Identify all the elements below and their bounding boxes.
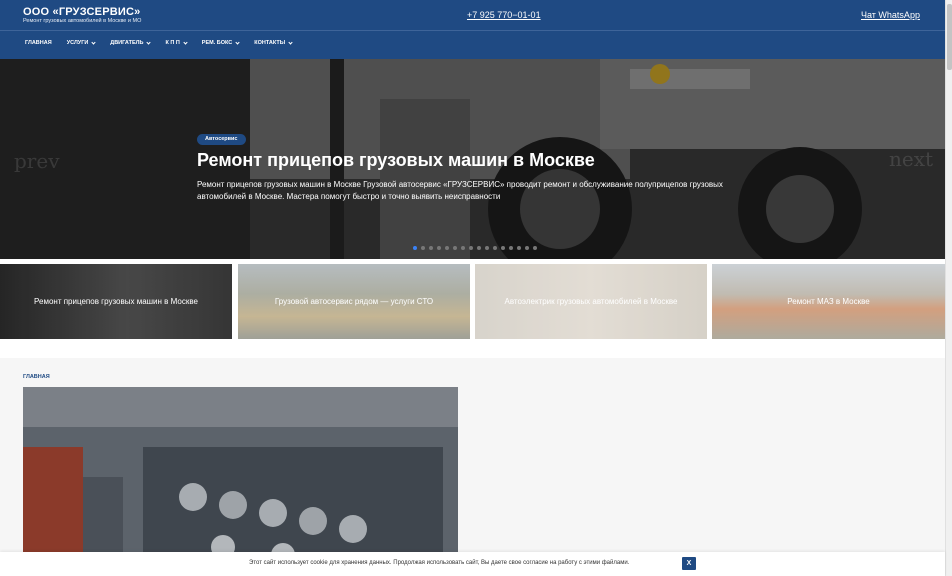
nav-label: Главная [25, 40, 52, 46]
breadcrumb[interactable]: Главная [23, 374, 50, 380]
chevron-down-icon [91, 39, 96, 45]
slider-dot[interactable] [461, 246, 465, 250]
header-divider [0, 30, 945, 31]
slider-dot[interactable] [517, 246, 521, 250]
nav-label: Услуги [66, 40, 89, 46]
slider-dot[interactable] [421, 246, 425, 250]
slider-dot[interactable] [525, 246, 529, 250]
cookie-text: Этот сайт использует cookie для хранения… [249, 560, 630, 566]
slider-next[interactable]: next [889, 147, 933, 171]
main-nav: Главная Услуги Двигатель К П П Рем. бокс… [25, 39, 307, 46]
hero-description: Ремонт прицепов грузовых машин в Москве … [197, 180, 723, 201]
cookie-close-button[interactable]: X [682, 557, 696, 570]
slider-dot[interactable] [413, 246, 417, 250]
category-badge[interactable]: Автосервис [197, 134, 246, 145]
nav-label: Контакты [254, 40, 286, 46]
featured-card[interactable]: Автоэлектрик грузовых автомобилей в Моск… [475, 264, 707, 339]
brand-subtitle: Ремонт грузовых автомобилей в Москве и М… [23, 18, 142, 24]
brand-title[interactable]: ООО «ГРУЗСЕРВИС» [23, 6, 140, 18]
page-scrollbar[interactable] [945, 0, 952, 576]
chevron-down-icon [235, 39, 240, 45]
card-title: Ремонт прицепов грузовых машин в Москве [34, 297, 198, 306]
card-title: Автоэлектрик грузовых автомобилей в Моск… [504, 297, 678, 306]
nav-item-home[interactable]: Главная [25, 40, 52, 46]
slider-dot[interactable] [493, 246, 497, 250]
slider-pagination [413, 246, 537, 250]
nav-item-services[interactable]: Услуги [66, 39, 96, 46]
slider-dot[interactable] [477, 246, 481, 250]
main-content: Главная [0, 358, 945, 576]
hero-title[interactable]: Ремонт прицепов грузовых машин в Москве [197, 150, 595, 171]
slider-dot[interactable] [509, 246, 513, 250]
scrollbar-thumb[interactable] [947, 4, 952, 70]
slider-dot[interactable] [437, 246, 441, 250]
card-title: Ремонт МАЗ в Москве [787, 297, 870, 306]
nav-item-contacts[interactable]: Контакты [254, 39, 293, 46]
slider-dot[interactable] [453, 246, 457, 250]
slider-prev[interactable]: prev [14, 149, 60, 173]
nav-label: Рем. бокс [201, 40, 233, 46]
nav-label: Двигатель [110, 40, 144, 46]
nav-item-repair-box[interactable]: Рем. бокс [201, 39, 240, 46]
hero-slider: prev next Автосервис Ремонт прицепов гру… [0, 59, 945, 259]
chevron-down-icon [288, 39, 293, 45]
chevron-down-icon [146, 39, 152, 45]
nav-label: К П П [165, 40, 180, 46]
featured-card[interactable]: Ремонт МАЗ в Москве [712, 264, 945, 339]
card-title: Грузовой автосервис рядом — услуги СТО [274, 297, 434, 306]
featured-card[interactable]: Грузовой автосервис рядом — услуги СТО [238, 264, 470, 339]
chevron-down-icon [183, 39, 188, 45]
featured-card[interactable]: Ремонт прицепов грузовых машин в Москве [0, 264, 232, 339]
phone-link[interactable]: +7 925 770−01-01 [467, 10, 541, 20]
site-header: ООО «ГРУЗСЕРВИС» Ремонт грузовых автомоб… [0, 0, 945, 59]
slider-dot[interactable] [533, 246, 537, 250]
slider-dot[interactable] [429, 246, 433, 250]
post-image-content [23, 387, 458, 567]
cookie-banner: Этот сайт использует cookie для хранения… [0, 552, 945, 576]
whatsapp-link[interactable]: Чат WhatsApp [861, 10, 920, 20]
nav-item-engine[interactable]: Двигатель [110, 39, 152, 46]
slider-dot[interactable] [445, 246, 449, 250]
slider-dot[interactable] [485, 246, 489, 250]
featured-cards: Ремонт прицепов грузовых машин в Москве … [0, 264, 945, 339]
slider-dot[interactable] [469, 246, 473, 250]
slider-dot[interactable] [501, 246, 505, 250]
nav-item-gearbox[interactable]: К П П [165, 39, 188, 46]
post-image[interactable] [23, 387, 458, 567]
